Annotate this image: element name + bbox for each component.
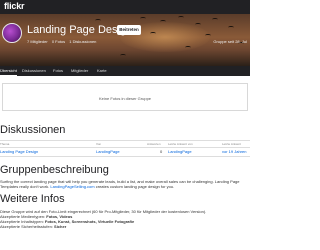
member-count[interactable]: 7 Mitglieder	[27, 39, 48, 44]
bird-silhouette	[212, 18, 218, 21]
info-line: Akzeptierte Sicherheitsstufen: Sicher	[0, 224, 250, 229]
group-tab-bar: Übersicht Diskussionen Fotos Mitglieder …	[0, 66, 250, 76]
column-last-reply-by: Letzte Antwort von	[168, 142, 193, 146]
empty-photos-message: Keine Fotos in dieser Gruppe	[98, 96, 152, 101]
bird-silhouette	[120, 54, 126, 57]
description-link-suffix: creates custom landing page design for y…	[94, 184, 175, 189]
column-replies: Antworten	[147, 142, 161, 146]
more-info-heading: Weitere Infos	[0, 193, 65, 205]
top-navigation-bar: flickr	[0, 0, 250, 14]
tab-photos[interactable]: Fotos	[53, 66, 63, 76]
group-stats: 7 Mitglieder 0 Fotos 1 Diskussionen	[27, 39, 99, 44]
tab-map[interactable]: Karte	[97, 66, 107, 76]
discussion-count[interactable]: 1 Diskussionen	[69, 39, 96, 44]
group-avatar[interactable]	[2, 23, 22, 43]
bird-silhouette	[195, 23, 201, 26]
bird-silhouette	[140, 17, 146, 20]
discussion-last-reply-date-link[interactable]: vor 19 Jahren	[222, 149, 246, 154]
bird-silhouette	[205, 34, 211, 37]
bird-silhouette	[95, 19, 101, 22]
join-group-button[interactable]: Beitreten	[117, 25, 141, 35]
flickr-logo[interactable]: flickr	[4, 1, 25, 11]
tab-members[interactable]: Mitglieder	[71, 66, 88, 76]
column-last-reply: Letzte Antwort	[222, 142, 242, 146]
column-author: Von	[96, 142, 102, 146]
discussion-author-link[interactable]: LandingPage	[96, 149, 120, 154]
column-topic: Thema	[0, 142, 10, 146]
group-cover-banner: Landing Page Design Beitreten 7 Mitglied…	[0, 14, 250, 66]
info-value: Sicher	[54, 224, 67, 229]
discussions-heading: Diskussionen	[0, 124, 66, 136]
discussion-reply-count: 0	[160, 149, 163, 154]
bird-silhouette	[150, 32, 156, 35]
bird-silhouette	[160, 20, 166, 23]
divider	[0, 156, 250, 157]
description-link[interactable]: LandingPageSelling.com	[50, 184, 94, 189]
group-created-date: Gruppe seit 28. Jul	[213, 39, 247, 44]
photo-count[interactable]: 0 Fotos	[52, 39, 65, 44]
table-row[interactable]: Landing Page Design LandingPage 0 Landin…	[0, 148, 250, 156]
discussion-last-reply-by-link[interactable]: LandingPage	[168, 149, 192, 154]
bird-silhouette	[178, 16, 184, 19]
tab-overview[interactable]: Übersicht	[0, 66, 17, 76]
bird-silhouette	[228, 26, 234, 29]
group-description: Surfing the correct landing page that wi…	[0, 179, 250, 189]
description-heading: Gruppenbeschreibung	[0, 164, 109, 176]
info-label: Akzeptierte Sicherheitsstufen:	[0, 224, 55, 229]
group-photos-pool: Keine Fotos in dieser Gruppe	[2, 83, 248, 111]
discussion-topic-link[interactable]: Landing Page Design	[0, 149, 38, 154]
bird-silhouette	[185, 46, 191, 49]
more-info-list: Diese Gruppe wird auf den Foto-Limit ein…	[0, 209, 250, 229]
tab-discussions[interactable]: Diskussionen	[22, 66, 46, 76]
